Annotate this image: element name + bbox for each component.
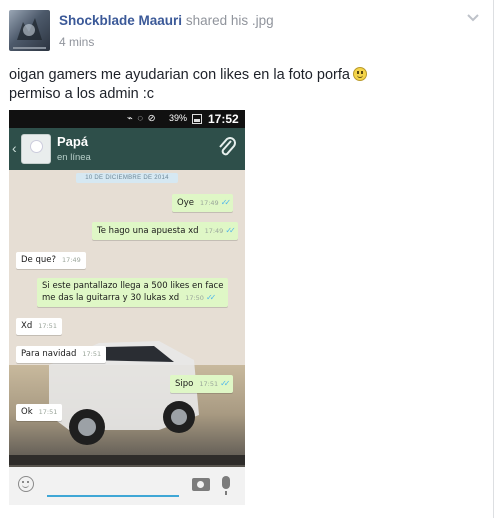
- back-arrow-icon: ‹: [12, 140, 17, 156]
- bubble-time: 17:51: [38, 322, 57, 330]
- chat-bubble-out: Oye 17:49 ✓✓: [172, 194, 234, 212]
- read-ticks-icon: ✓✓: [220, 198, 232, 207]
- read-ticks-icon: ✓✓: [225, 226, 236, 235]
- paperclip-icon: [219, 137, 236, 156]
- smiley-icon: [352, 67, 367, 81]
- chat-bubble-out: Sipo 17:51 ✓✓: [170, 375, 233, 393]
- post-message: oigan gamers me ayudarian con likes en l…: [9, 66, 367, 104]
- bubble-text: Oye: [177, 198, 194, 208]
- bubble-text: Sipo: [175, 379, 194, 389]
- microphone-icon: [222, 476, 230, 495]
- contact-status: en línea: [57, 152, 91, 163]
- bubble-time: 17:49: [199, 199, 219, 207]
- avatar-image-icon: [13, 18, 46, 49]
- shared-photo[interactable]: ⌁ ◌ ⊘ 39% 17:52 ‹ Papá en línea 10 DE DI…: [9, 110, 245, 505]
- bubble-time: 17:51: [199, 380, 219, 388]
- chat-header: ‹ Papá en línea: [9, 128, 245, 170]
- chat-bubble-out: Si este pantallazo llega a 500 likes en …: [37, 278, 229, 307]
- bubble-text: Xd: [21, 321, 33, 331]
- post-message-line2: permiso a los admin :c: [9, 86, 155, 102]
- post-message-line1: oigan gamers me ayudarian con likes en l…: [9, 67, 350, 83]
- bubble-text: Si este pantallazo llega a 500 likes en …: [42, 281, 224, 291]
- chat-bubble-in: De que? 17:49: [16, 252, 86, 269]
- phone-status-bar: ⌁ ◌ ⊘ 39% 17:52: [9, 110, 245, 128]
- status-icons: ⌁ ◌ ⊘: [127, 113, 157, 124]
- status-clock: 17:52: [208, 112, 239, 126]
- bubble-text-line2: me das la guitarra y 30 lukas xd: [42, 293, 180, 303]
- message-input-line: [47, 495, 179, 497]
- contact-name: Papá: [57, 134, 89, 149]
- post-action-text: shared his .jpg: [185, 13, 274, 28]
- date-chip: 10 DE DICIEMBRE DE 2014: [76, 173, 178, 183]
- post-timestamp[interactable]: 4 mins: [59, 35, 94, 49]
- post-card: Shockblade Maauri shared his .jpg 4 mins…: [0, 0, 494, 518]
- chat-bubble-out: Te hago una apuesta xd 17:49 ✓✓: [92, 222, 238, 240]
- bubble-text: Te hago una apuesta xd: [97, 226, 199, 236]
- author-avatar[interactable]: [9, 10, 50, 51]
- battery-percent: 39%: [169, 113, 188, 123]
- emoji-icon: [18, 476, 34, 492]
- bubble-time: 17:51: [38, 408, 58, 416]
- bubble-time: 17:49: [62, 256, 81, 264]
- post-header: Shockblade Maauri shared his .jpg: [59, 13, 274, 28]
- author-name-link[interactable]: Shockblade Maauri: [59, 13, 182, 28]
- camera-icon: [192, 478, 210, 491]
- chat-input-bar: [9, 467, 245, 505]
- read-ticks-icon: ✓✓: [220, 379, 231, 388]
- read-ticks-icon: ✓✓: [205, 293, 217, 302]
- bubble-time: 17:51: [82, 350, 102, 358]
- bubble-text: De que?: [21, 255, 57, 265]
- bubble-time: 17:49: [204, 227, 224, 235]
- contact-avatar-icon: [21, 134, 51, 164]
- bubble-text: Para navidad: [21, 349, 77, 359]
- chat-bubble-in: Xd 17:51: [16, 318, 62, 335]
- bubble-text: Ok: [21, 407, 33, 417]
- chat-bubble-in: Para navidad 17:51: [16, 346, 107, 363]
- battery-icon: [192, 114, 202, 124]
- chat-bubble-in: Ok 17:51: [16, 404, 63, 421]
- bubble-time: 17:50: [185, 294, 204, 302]
- chevron-down-icon[interactable]: [466, 13, 480, 23]
